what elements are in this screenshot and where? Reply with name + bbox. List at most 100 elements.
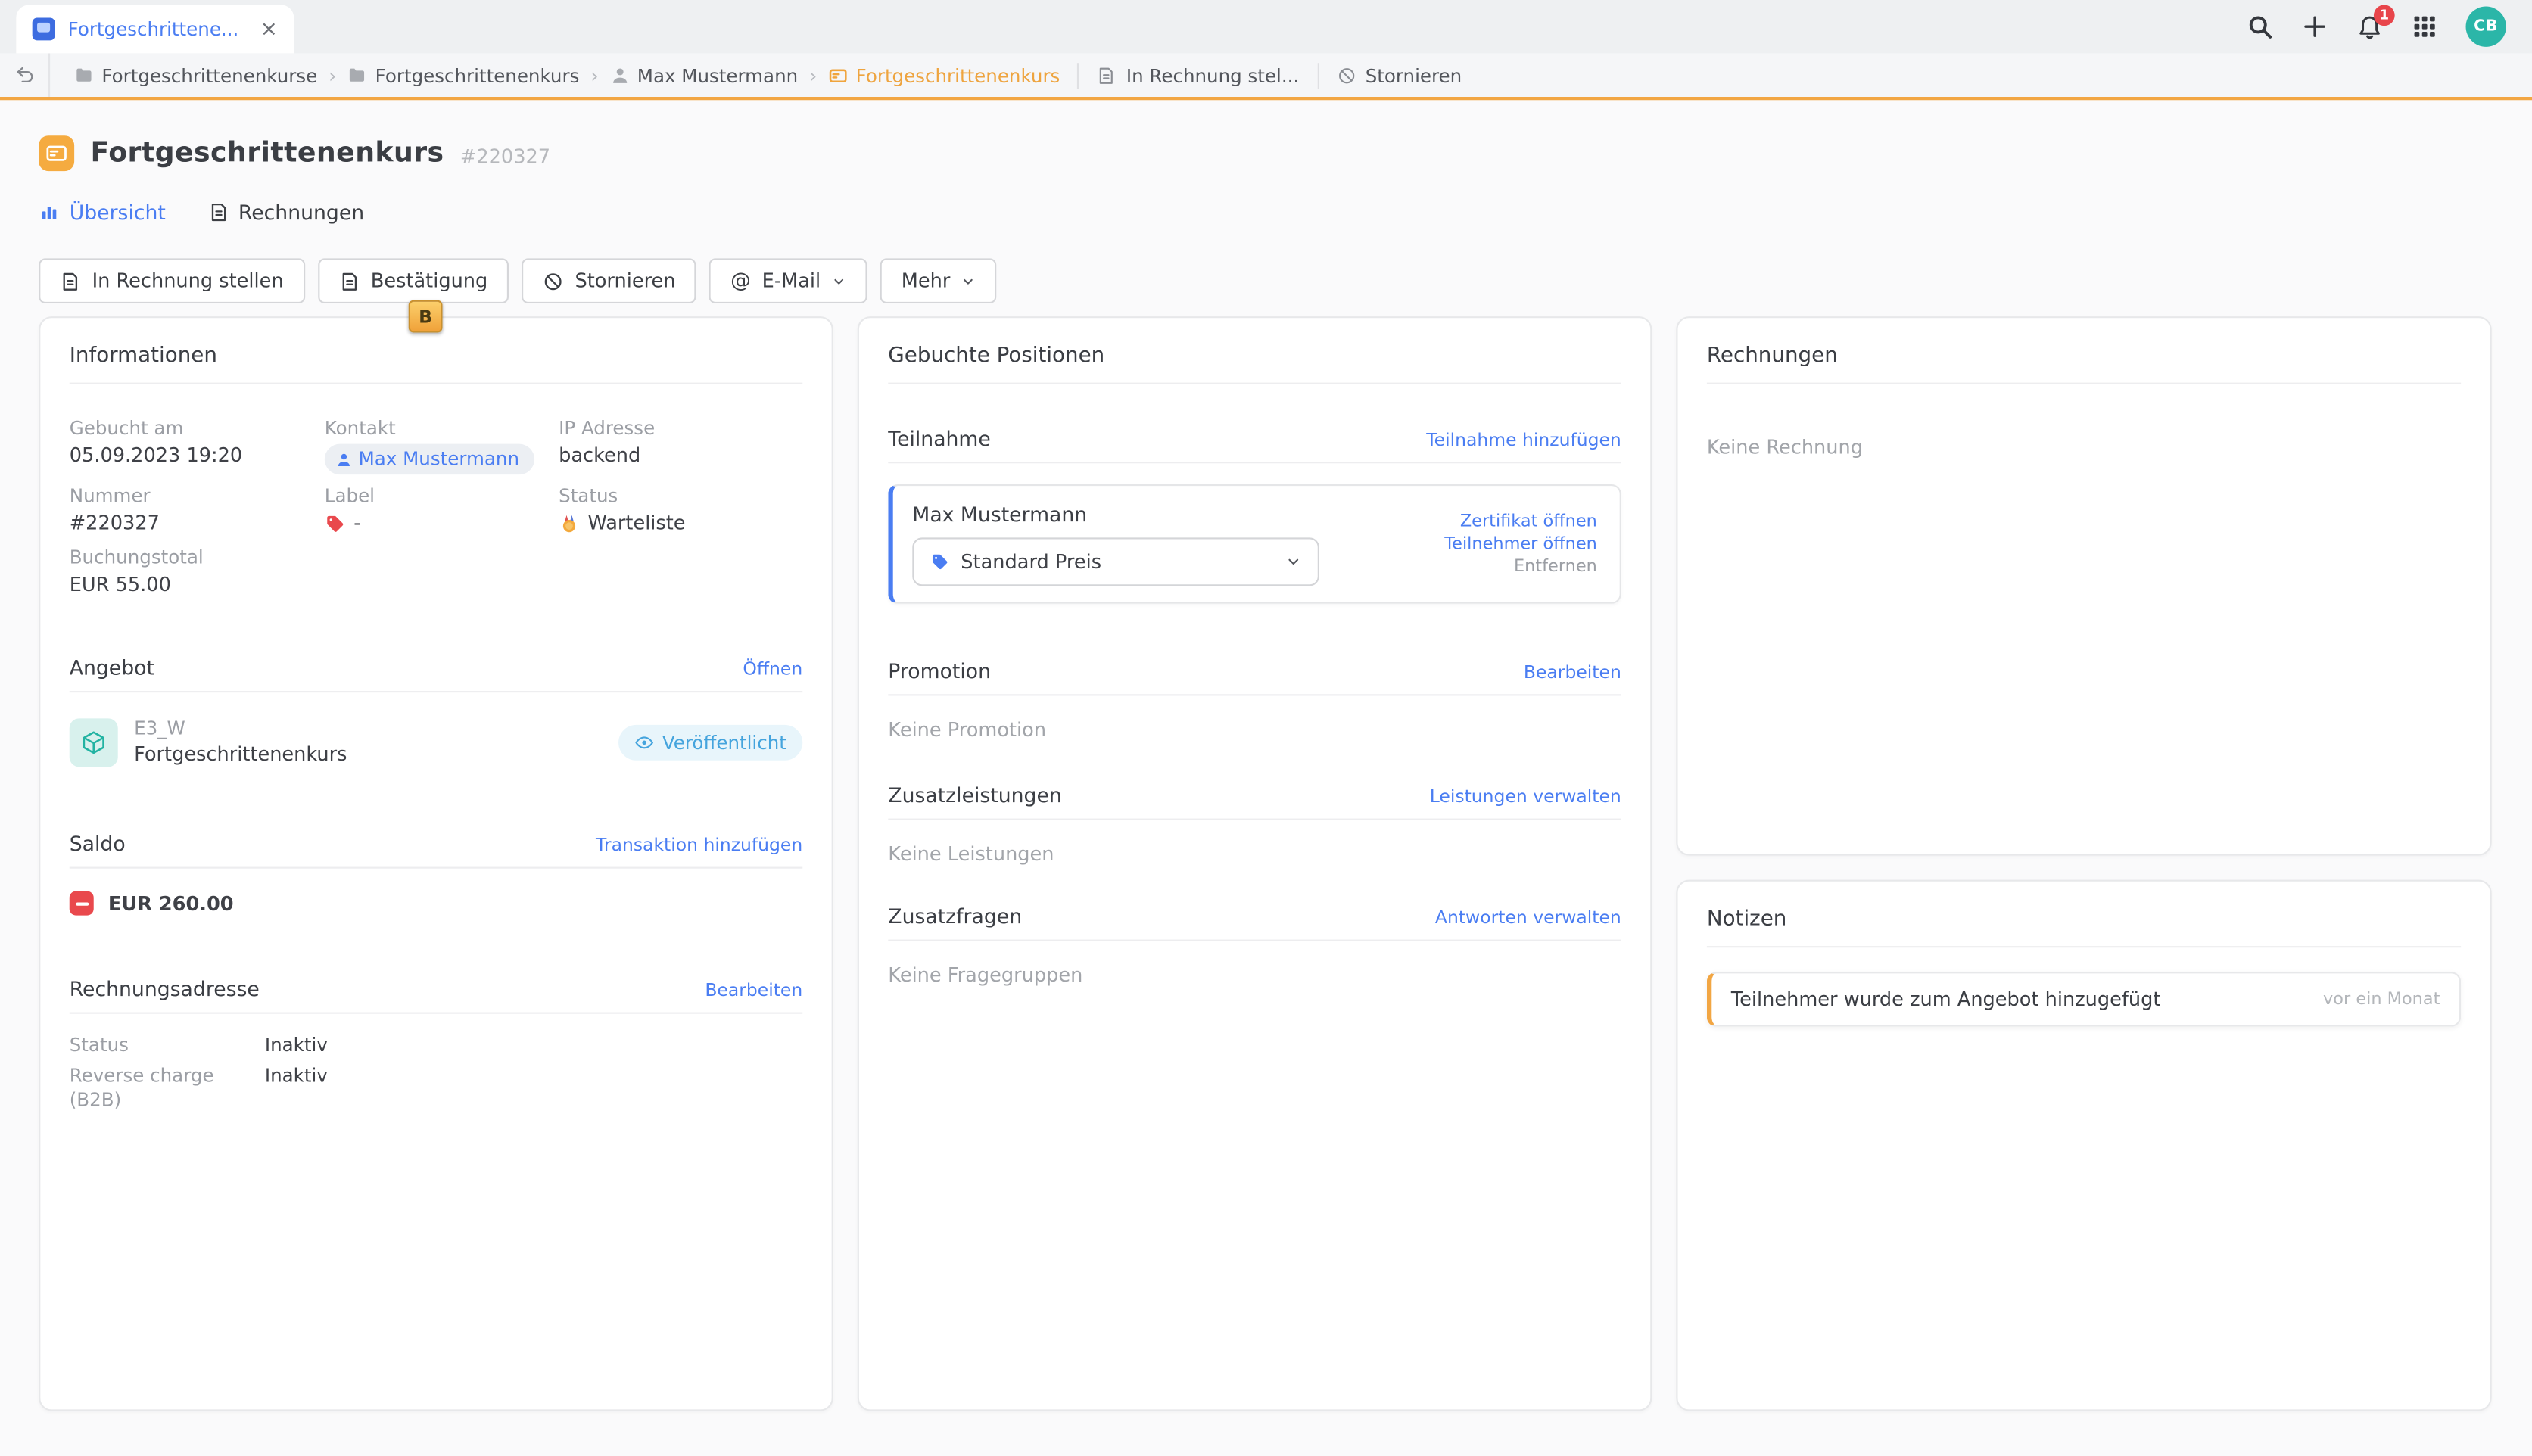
note-timestamp: vor ein Monat (2323, 990, 2440, 1010)
info-grid: Gebucht am 05.09.2023 19:20 Kontakt Max … (70, 416, 803, 597)
tag-icon (325, 513, 346, 534)
user-icon (336, 451, 352, 467)
avatar[interactable]: CB (2466, 7, 2506, 47)
row-label: Reverse charge (B2B) (70, 1064, 265, 1112)
divider (70, 383, 803, 384)
separator (1078, 62, 1079, 88)
button-label: Stornieren (575, 269, 675, 292)
at-sign-icon: @ (730, 271, 751, 291)
services-section-header: Zusatzleistungen Leistungen verwalten (888, 783, 1621, 807)
billing-section-header: Rechnungsadresse Bearbeiten (70, 977, 803, 1001)
breadcrumb-item-booking-active[interactable]: Fortgeschrittenenkurs (828, 64, 1060, 86)
field-label: Buchungstotal (70, 546, 325, 568)
user-icon (610, 65, 630, 85)
contact-name: Max Mustermann (359, 447, 519, 471)
billing-row-status: Status Inaktiv (70, 1033, 803, 1057)
page-tabs: Übersicht Rechnungen (39, 201, 2493, 225)
edit-billing-link[interactable]: Bearbeiten (705, 980, 802, 1001)
notifications-bell-icon[interactable]: 1 (2356, 13, 2383, 40)
main-content: Fortgeschrittenenkurs #220327 Übersicht … (0, 135, 2532, 1411)
promotion-section-header: Promotion Bearbeiten (888, 658, 1621, 683)
billing-rows: Status Inaktiv Reverse charge (B2B) Inak… (70, 1033, 803, 1112)
field-value: EUR 55.00 (70, 573, 325, 597)
open-participant-link[interactable]: Teilnehmer öffnen (1444, 534, 1597, 554)
field-label: Label (325, 484, 559, 507)
confirmation-button[interactable]: Bestätigung (317, 258, 509, 303)
field-booked-at: Gebucht am 05.09.2023 19:20 (70, 416, 325, 474)
section-title: Rechnungsadresse (70, 977, 260, 1001)
card-title: Gebuchte Positionen (888, 344, 1621, 368)
price-select[interactable]: Standard Preis (912, 537, 1319, 586)
card-title: Rechnungen (1707, 344, 2461, 368)
history-tab-label: Stornieren (1366, 64, 1462, 86)
breadcrumb-label: Fortgeschrittenenkurs (375, 64, 580, 86)
history-tab-cancel[interactable]: Stornieren (1336, 64, 1462, 86)
section-title: Zusatzleistungen (888, 783, 1061, 807)
email-button[interactable]: @ E-Mail (709, 258, 867, 303)
more-button[interactable]: Mehr (880, 258, 997, 303)
breadcrumb-item-course[interactable]: Fortgeschrittenenkurs (347, 64, 579, 86)
invoice-icon (207, 202, 229, 223)
breadcrumb-label: Fortgeschrittenenkurse (101, 64, 317, 86)
remove-participant-link[interactable]: Entfernen (1514, 557, 1597, 577)
invoice-button[interactable]: In Rechnung stellen (39, 258, 304, 303)
tab-label: Übersicht (70, 201, 166, 225)
chevron-right-icon: › (329, 65, 336, 85)
browser-tab[interactable]: Fortgeschrittene... × (16, 5, 294, 53)
folder-icon (347, 65, 367, 85)
add-participation-link[interactable]: Teilnahme hinzufügen (1426, 429, 1621, 450)
divider (1707, 383, 2461, 384)
empty-promotion-text: Keine Promotion (888, 718, 1621, 741)
section-title: Zusatzfragen (888, 904, 1022, 929)
apps-grid-icon[interactable] (2411, 13, 2438, 40)
medal-icon (559, 513, 580, 534)
questions-section-header: Zusatzfragen Antworten verwalten (888, 904, 1621, 929)
add-icon[interactable] (2301, 13, 2328, 40)
published-badge: Veröffentlicht (618, 725, 802, 761)
button-label: In Rechnung stellen (92, 269, 284, 292)
breadcrumb-item-courses[interactable]: Fortgeschrittenenkurse (74, 64, 317, 86)
add-transaction-link[interactable]: Transaktion hinzufügen (596, 835, 802, 856)
open-certificate-link[interactable]: Zertifikat öffnen (1460, 512, 1597, 531)
keyboard-hint-badge: B (409, 300, 443, 333)
breadcrumb-item-contact[interactable]: Max Mustermann (610, 64, 799, 86)
participant-card: Max Mustermann Standard Preis Zertifikat… (888, 484, 1621, 604)
field-value: 05.09.2023 19:20 (70, 444, 325, 468)
breadcrumb: Fortgeschrittenenkurse › Fortgeschritten… (50, 64, 1060, 86)
note-item: Teilnehmer wurde zum Angebot hinzugefügt… (1707, 972, 2461, 1027)
contact-chip[interactable]: Max Mustermann (325, 444, 534, 475)
search-icon[interactable] (2246, 13, 2273, 40)
selected-price: Standard Preis (961, 550, 1101, 573)
close-icon[interactable]: × (260, 19, 278, 40)
chart-icon (39, 202, 60, 223)
history-tab-invoice[interactable]: In Rechnung stel... (1097, 64, 1299, 86)
participant-name: Max Mustermann (912, 502, 1319, 526)
action-toolbar: In Rechnung stellen Bestätigung Stornier… (39, 258, 2493, 303)
open-offer-link[interactable]: Öffnen (743, 658, 802, 680)
participation-section-header: Teilnahme Teilnahme hinzufügen (888, 426, 1621, 450)
offer-item: E3_W Fortgeschrittenenkurs Veröffentlich… (70, 718, 803, 767)
invoices-card: Rechnungen Keine Rechnung (1676, 316, 2491, 856)
field-status: Status Warteliste (559, 484, 802, 536)
cancel-button[interactable]: Stornieren (522, 258, 696, 303)
offer-name: Fortgeschrittenenkurs (134, 742, 347, 767)
divider (888, 819, 1621, 820)
tab-invoices[interactable]: Rechnungen (207, 201, 364, 225)
edit-promotion-link[interactable]: Bearbeiten (1524, 662, 1621, 683)
cancel-circle-icon (1336, 65, 1356, 85)
offer-section-header: Angebot Öffnen (70, 655, 803, 680)
undo-back-icon[interactable] (0, 53, 50, 97)
saldo-amount: EUR 260.00 (108, 892, 234, 915)
divider (888, 940, 1621, 941)
breadcrumb-label: Max Mustermann (637, 64, 798, 86)
divider (70, 691, 803, 692)
chevron-down-icon (832, 274, 846, 288)
manage-answers-link[interactable]: Antworten verwalten (1435, 907, 1621, 929)
empty-invoices-text: Keine Rechnung (1707, 436, 2461, 459)
notification-badge: 1 (2374, 5, 2395, 26)
tab-overview[interactable]: Übersicht (39, 201, 166, 225)
manage-services-link[interactable]: Leistungen verwalten (1430, 786, 1621, 807)
separator (1317, 62, 1319, 88)
field-value: - (353, 512, 360, 536)
field-value: #220327 (70, 512, 325, 536)
